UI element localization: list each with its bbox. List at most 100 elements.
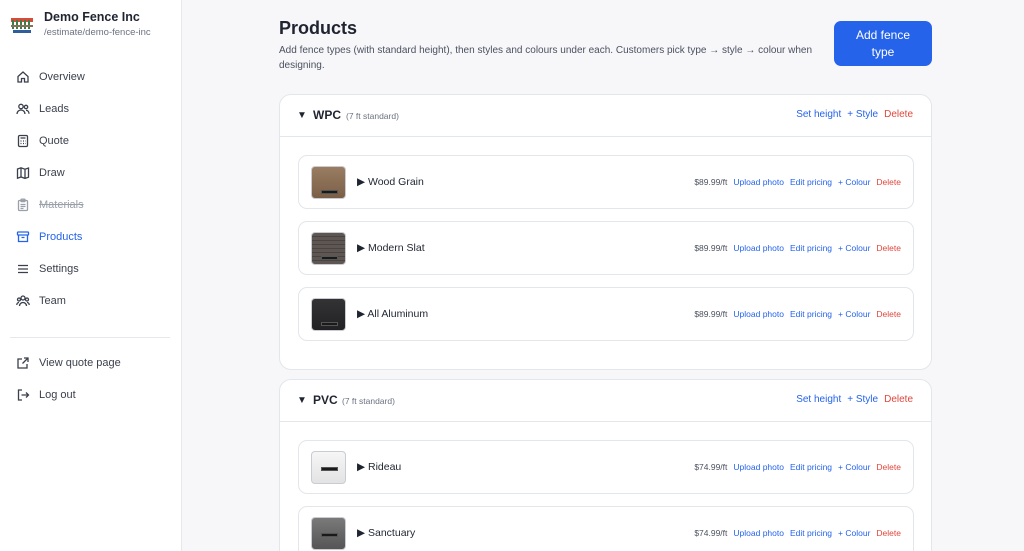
sidebar-item-view-quote-page[interactable]: View quote page <box>16 354 121 372</box>
edit-pricing-link[interactable]: Edit pricing <box>790 528 832 538</box>
style-row: ▶ All Aluminum $89.99/ft Upload photo Ed… <box>298 287 914 341</box>
sidebar-item-label: Materials <box>39 199 84 211</box>
company-slug: /estimate/demo-fence-inc <box>44 27 151 38</box>
company-name: Demo Fence Inc <box>44 10 140 24</box>
menu-icon <box>16 262 30 276</box>
page-description: Add fence types (with standard height), … <box>279 45 813 71</box>
style-thumbnail[interactable] <box>311 451 346 484</box>
main-content: Products Add fence types (with standard … <box>182 0 1024 551</box>
delete-style-link[interactable]: Delete <box>876 309 901 319</box>
sidebar-item-label: Log out <box>39 389 76 401</box>
delete-style-link[interactable]: Delete <box>876 177 901 187</box>
sidebar-item-label: Products <box>39 231 83 243</box>
sidebar-item-settings[interactable]: Settings <box>16 260 79 278</box>
style-actions: $74.99/ft Upload photo Edit pricing + Co… <box>694 528 901 538</box>
collapse-toggle-icon[interactable]: ▼ <box>297 110 307 121</box>
set-height-link[interactable]: Set height <box>796 109 841 120</box>
upload-photo-link[interactable]: Upload photo <box>733 177 784 187</box>
page-title: Products <box>279 18 358 38</box>
sidebar-item-overview[interactable]: Overview <box>16 68 85 86</box>
external-link-icon <box>16 356 30 370</box>
delete-style-link[interactable]: Delete <box>876 243 901 253</box>
edit-pricing-link[interactable]: Edit pricing <box>790 243 832 253</box>
sidebar-item-draw[interactable]: Draw <box>16 164 65 182</box>
style-name[interactable]: ▶ Modern Slat <box>357 242 425 254</box>
brand: Demo Fence Inc /estimate/demo-fence-inc <box>10 10 151 38</box>
style-row: ▶ Modern Slat $89.99/ft Upload photo Edi… <box>298 221 914 275</box>
style-actions: $89.99/ft Upload photo Edit pricing + Co… <box>694 243 901 253</box>
fence-type-header: ▼ PVC (7 ft standard) Set height + Style… <box>280 380 931 422</box>
collapse-toggle-icon[interactable]: ▼ <box>297 395 307 406</box>
delete-style-link[interactable]: Delete <box>876 528 901 538</box>
home-icon <box>16 70 30 84</box>
fence-type-name: PVC <box>313 393 338 407</box>
sidebar-item-products[interactable]: Products <box>16 228 82 246</box>
sidebar-item-label: Overview <box>39 71 85 83</box>
style-actions: $74.99/ft Upload photo Edit pricing + Co… <box>694 462 901 472</box>
add-style-link[interactable]: + Style <box>847 109 878 120</box>
style-row: ▶ Sanctuary $74.99/ft Upload photo Edit … <box>298 506 914 551</box>
users-icon <box>16 102 30 116</box>
calculator-icon <box>16 134 30 148</box>
style-thumbnail[interactable] <box>311 298 346 331</box>
sidebar-divider <box>10 337 170 338</box>
team-icon <box>16 294 30 308</box>
fence-type-header: ▼ WPC (7 ft standard) Set height + Style… <box>280 95 931 137</box>
style-price: $89.99/ft <box>694 309 728 319</box>
delete-type-link[interactable]: Delete <box>884 394 913 405</box>
delete-type-link[interactable]: Delete <box>884 109 913 120</box>
add-fence-type-button[interactable]: Add fence type <box>834 21 932 66</box>
style-name[interactable]: ▶ Wood Grain <box>357 176 424 188</box>
add-colour-link[interactable]: + Colour <box>838 177 870 187</box>
style-row: ▶ Wood Grain $89.99/ft Upload photo Edit… <box>298 155 914 209</box>
style-thumbnail[interactable] <box>311 517 346 550</box>
style-price: $74.99/ft <box>694 528 728 538</box>
fence-type-card-wpc: ▼ WPC (7 ft standard) Set height + Style… <box>279 94 932 370</box>
sidebar-item-log-out[interactable]: Log out <box>16 386 76 404</box>
add-colour-link[interactable]: + Colour <box>838 309 870 319</box>
add-colour-link[interactable]: + Colour <box>838 243 870 253</box>
add-style-link[interactable]: + Style <box>847 394 878 405</box>
sidebar-item-label: Draw <box>39 167 65 179</box>
style-actions: $89.99/ft Upload photo Edit pricing + Co… <box>694 177 901 187</box>
upload-photo-link[interactable]: Upload photo <box>733 462 784 472</box>
fence-type-name: WPC <box>313 108 341 122</box>
style-name[interactable]: ▶ Rideau <box>357 461 401 473</box>
sidebar-item-label: Quote <box>39 135 69 147</box>
style-price: $74.99/ft <box>694 462 728 472</box>
upload-photo-link[interactable]: Upload photo <box>733 528 784 538</box>
style-price: $89.99/ft <box>694 177 728 187</box>
set-height-link[interactable]: Set height <box>796 394 841 405</box>
sidebar-item-label: Leads <box>39 103 69 115</box>
edit-pricing-link[interactable]: Edit pricing <box>790 462 832 472</box>
fence-type-actions: Set height + Style Delete <box>796 394 913 405</box>
fence-type-height: (7 ft standard) <box>346 111 399 121</box>
add-colour-link[interactable]: + Colour <box>838 462 870 472</box>
style-actions: $89.99/ft Upload photo Edit pricing + Co… <box>694 309 901 319</box>
fence-type-height: (7 ft standard) <box>342 396 395 406</box>
style-name[interactable]: ▶ Sanctuary <box>357 527 415 539</box>
fence-type-actions: Set height + Style Delete <box>796 109 913 120</box>
sidebar-item-label: Settings <box>39 263 79 275</box>
sidebar-item-quote[interactable]: Quote <box>16 132 69 150</box>
style-price: $89.99/ft <box>694 243 728 253</box>
style-name[interactable]: ▶ All Aluminum <box>357 308 428 320</box>
fence-type-card-pvc: ▼ PVC (7 ft standard) Set height + Style… <box>279 379 932 551</box>
map-icon <box>16 166 30 180</box>
edit-pricing-link[interactable]: Edit pricing <box>790 309 832 319</box>
archive-icon <box>16 230 30 244</box>
style-row: ▶ Rideau $74.99/ft Upload photo Edit pri… <box>298 440 914 494</box>
upload-photo-link[interactable]: Upload photo <box>733 243 784 253</box>
style-thumbnail[interactable] <box>311 166 346 199</box>
sidebar-item-leads[interactable]: Leads <box>16 100 69 118</box>
upload-photo-link[interactable]: Upload photo <box>733 309 784 319</box>
style-thumbnail[interactable] <box>311 232 346 265</box>
add-colour-link[interactable]: + Colour <box>838 528 870 538</box>
brand-logo <box>10 12 34 36</box>
edit-pricing-link[interactable]: Edit pricing <box>790 177 832 187</box>
sidebar-item-materials[interactable]: Materials <box>16 196 84 214</box>
sidebar-item-label: View quote page <box>39 357 121 369</box>
delete-style-link[interactable]: Delete <box>876 462 901 472</box>
sidebar-item-team[interactable]: Team <box>16 292 66 310</box>
clipboard-icon <box>16 198 30 212</box>
